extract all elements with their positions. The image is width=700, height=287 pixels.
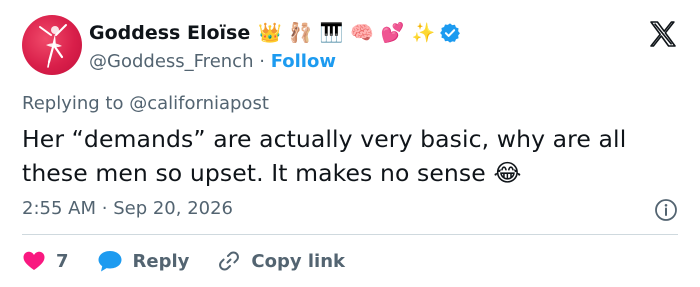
action-bar: 7 Reply Copy link (22, 246, 373, 276)
piano-emoji-icon: 🎹 (319, 22, 344, 44)
reply-button[interactable]: Reply (97, 246, 190, 276)
speech-bubble-icon (98, 251, 122, 272)
user-handle[interactable]: @Goddess_French (89, 51, 253, 72)
sparkles-emoji-icon: ✨ (411, 22, 436, 44)
replying-to-text: Replying to @californiapost (22, 93, 269, 114)
avatar[interactable] (22, 15, 82, 75)
ballerina-figure (39, 24, 67, 68)
handle-row: @Goddess_French · Follow (89, 51, 461, 72)
tweet-timestamp[interactable]: 2:55 AM · Sep 20, 2026 (22, 198, 233, 219)
copy-link-label: Copy link (251, 250, 345, 272)
tweet-line-2-wrap: these men so upset. It makes no sense 😂 (22, 156, 692, 190)
tweet-body: Her “demands” are actually very basic, w… (22, 122, 692, 190)
copy-link-button[interactable]: Copy link (217, 246, 345, 276)
x-logo-icon[interactable] (648, 19, 678, 49)
reply-label: Reply (132, 250, 190, 272)
tweet-time: 2:55 AM (22, 198, 96, 219)
divider (22, 234, 678, 235)
link-icon (219, 251, 240, 271)
tweet-header: Goddess Eloïse 👑 🩰 🎹 🧠 💕 ✨ @Goddess_Fren… (22, 15, 678, 77)
verified-badge-icon (440, 23, 461, 43)
display-name[interactable]: Goddess Eloïse (89, 22, 250, 44)
tears-of-joy-emoji-icon: 😂 (493, 159, 522, 187)
meta-separator: · (101, 198, 108, 219)
like-count: 7 (56, 250, 69, 272)
tweet-line-2: these men so upset. It makes no sense (22, 159, 486, 187)
ballet-shoes-emoji-icon: 🩰 (288, 22, 313, 44)
two-hearts-emoji-icon: 💕 (380, 22, 405, 44)
tweet-date: Sep 20, 2026 (113, 198, 234, 219)
crown-emoji-icon: 👑 (258, 22, 282, 44)
name-block: Goddess Eloïse 👑 🩰 🎹 🧠 💕 ✨ @Goddess_Fren… (89, 19, 461, 72)
follow-button[interactable]: Follow (271, 51, 336, 72)
info-icon[interactable] (654, 198, 678, 222)
handle-separator: · (259, 51, 265, 72)
name-row: Goddess Eloïse 👑 🩰 🎹 🧠 💕 ✨ (89, 19, 461, 47)
heart-icon (23, 251, 45, 270)
like-button[interactable]: 7 (22, 246, 69, 276)
brain-emoji-icon: 🧠 (350, 22, 374, 44)
tweet-card: Goddess Eloïse 👑 🩰 🎹 🧠 💕 ✨ @Goddess_Fren… (0, 0, 700, 287)
tweet-line-1: Her “demands” are actually very basic, w… (22, 125, 627, 153)
name-emojis: 👑 🩰 🎹 🧠 💕 ✨ (258, 22, 435, 44)
